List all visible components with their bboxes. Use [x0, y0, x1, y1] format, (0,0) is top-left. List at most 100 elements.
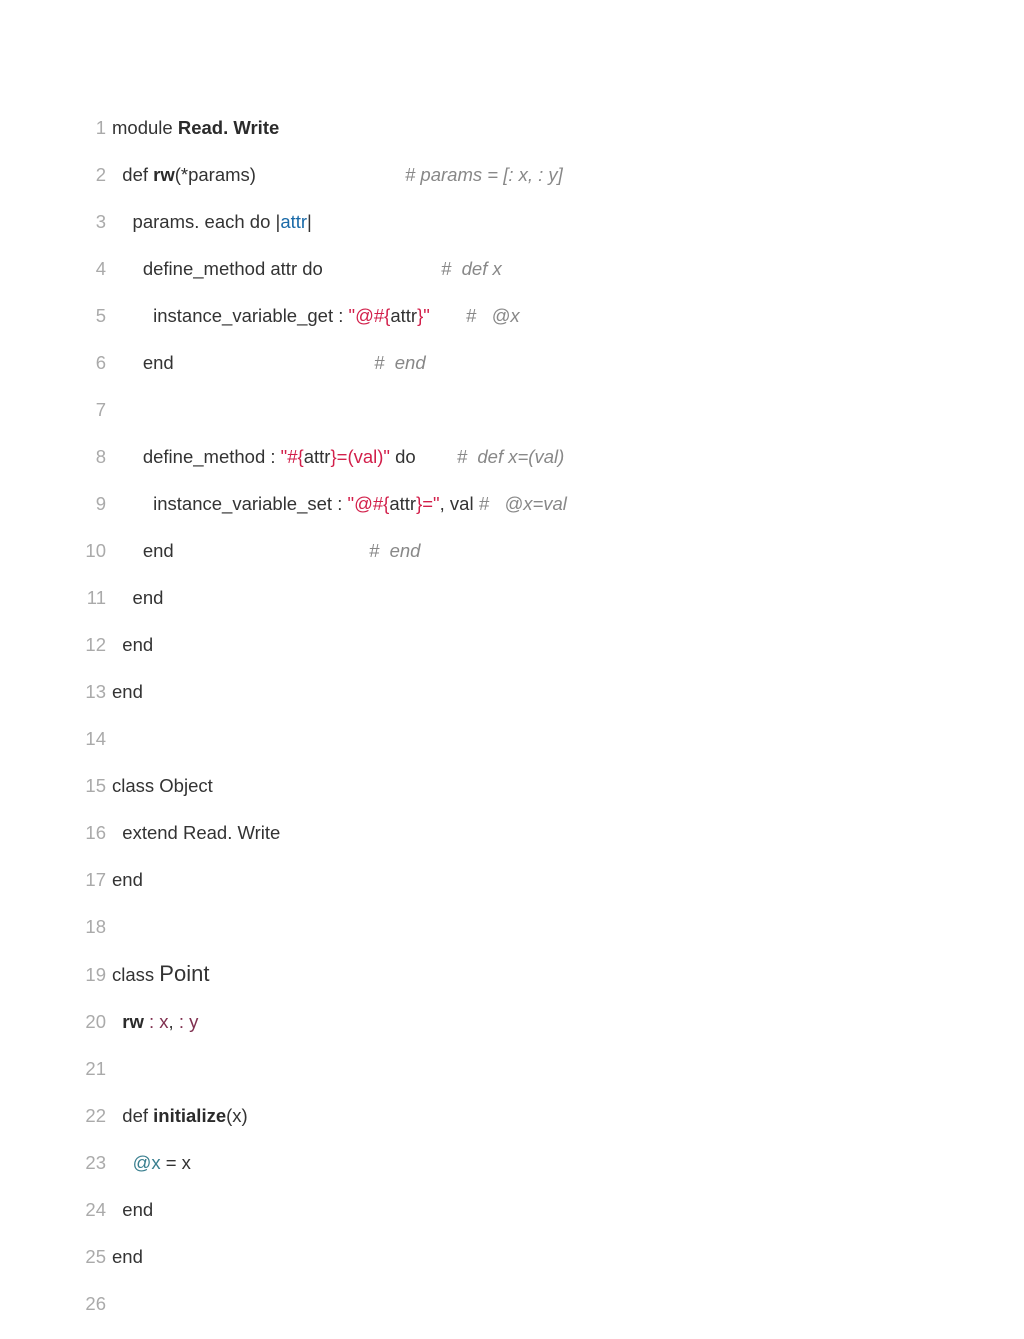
t: # end — [374, 352, 425, 373]
lineno: 16 — [79, 821, 106, 845]
t: instance_variable_set : — [112, 493, 348, 514]
lineno: 13 — [79, 680, 106, 704]
t — [112, 1152, 133, 1173]
code-block: 1 module Read. Write 2 def rw(*params) # … — [79, 92, 567, 1339]
t: # def x — [441, 258, 502, 279]
t: end — [112, 1246, 143, 1267]
t: end — [112, 352, 374, 373]
t: end — [112, 634, 153, 655]
code-line-21: 21 — [79, 1057, 567, 1081]
t: "# — [281, 446, 298, 467]
t: define_method : — [112, 446, 281, 467]
lineno: 23 — [79, 1151, 106, 1175]
t: end — [112, 1199, 153, 1220]
t: @x — [133, 1152, 161, 1173]
code-line-3: 3 params. each do |attr| — [79, 210, 567, 234]
t: attr — [304, 446, 331, 467]
code-line-4: 4 define_method attr do # def x — [79, 257, 567, 281]
t — [112, 1011, 122, 1032]
t: Read. Write — [178, 117, 279, 138]
lineno: 12 — [79, 633, 106, 657]
code-line-12: 12 end — [79, 633, 567, 657]
code-line-22: 22 def initialize(x) — [79, 1104, 567, 1128]
lineno: 3 — [79, 210, 106, 234]
lineno: 8 — [79, 445, 106, 469]
t — [430, 305, 466, 326]
code-line-1: 1 module Read. Write — [79, 116, 567, 140]
t: do — [390, 446, 457, 467]
code-line-19: 19 class Point — [79, 962, 567, 987]
lineno: 22 — [79, 1104, 106, 1128]
code-line-7: 7 — [79, 398, 567, 422]
lineno: 15 — [79, 774, 106, 798]
lineno: 25 — [79, 1245, 106, 1269]
lineno: 18 — [79, 915, 106, 939]
lineno: 26 — [79, 1292, 106, 1316]
code-line-6: 6 end # end — [79, 351, 567, 375]
t: # end — [369, 540, 420, 561]
code-line-16: 16 extend Read. Write — [79, 821, 567, 845]
t: attr — [389, 493, 416, 514]
lineno: 17 — [79, 868, 106, 892]
t: =(val)" — [337, 446, 390, 467]
code-line-18: 18 — [79, 915, 567, 939]
lineno: 10 — [79, 539, 106, 563]
t: define_method attr do — [112, 258, 441, 279]
t: rw — [153, 164, 175, 185]
code-line-10: 10 end # end — [79, 539, 567, 563]
lineno: 7 — [79, 398, 106, 422]
code-line-11: 11 end — [79, 586, 567, 610]
t: (x) — [226, 1105, 248, 1126]
t: # @x — [466, 305, 520, 326]
t: = x — [161, 1152, 191, 1173]
t: : x — [149, 1011, 169, 1032]
code-line-17: 17 end — [79, 868, 567, 892]
code-line-9: 9 instance_variable_set : "@#{attr}=", v… — [79, 492, 567, 516]
t: class — [112, 775, 159, 796]
code-line-25: 25 end — [79, 1245, 567, 1269]
code-line-5: 5 instance_variable_get : "@#{attr}" # @… — [79, 304, 567, 328]
t: class — [112, 964, 159, 985]
t: end — [112, 869, 143, 890]
t: # @x=val — [479, 493, 567, 514]
t: end — [112, 587, 163, 608]
lineno: 1 — [79, 116, 106, 140]
t: params. each do | — [112, 211, 280, 232]
t: # params = [: x, : y] — [405, 164, 563, 185]
t: " — [423, 305, 430, 326]
t: "@# — [348, 493, 384, 514]
t: (*params) — [175, 164, 405, 185]
code-line-13: 13 end — [79, 680, 567, 704]
code-line-26: 26 — [79, 1292, 567, 1316]
t: end — [112, 540, 369, 561]
t: Point — [159, 961, 209, 986]
code-line-2: 2 def rw(*params) # params = [: x, : y] — [79, 163, 567, 187]
lineno: 2 — [79, 163, 106, 187]
t: : y — [179, 1011, 199, 1032]
t: rw — [122, 1011, 149, 1032]
lineno: 6 — [79, 351, 106, 375]
t: # def x=(val) — [457, 446, 564, 467]
lineno: 20 — [79, 1010, 106, 1034]
code-line-15: 15 class Object — [79, 774, 567, 798]
t: , val — [440, 493, 479, 514]
t: =" — [422, 493, 439, 514]
code-line-20: 20 rw : x, : y — [79, 1010, 567, 1034]
t: attr — [280, 211, 307, 232]
lineno: 14 — [79, 727, 106, 751]
t: "@# — [349, 305, 385, 326]
t: attr — [390, 305, 417, 326]
lineno: 9 — [79, 492, 106, 516]
t: module — [112, 117, 178, 138]
t: , — [169, 1011, 179, 1032]
t: end — [112, 681, 143, 702]
t: extend Read. Write — [112, 822, 280, 843]
t: instance_variable_get : — [112, 305, 349, 326]
t: | — [307, 211, 312, 232]
code-line-23: 23 @x = x — [79, 1151, 567, 1175]
lineno: 19 — [79, 963, 106, 987]
lineno: 24 — [79, 1198, 106, 1222]
code-line-24: 24 end — [79, 1198, 567, 1222]
t: Object — [159, 775, 212, 796]
code-line-8: 8 define_method : "#{attr}=(val)" do # d… — [79, 445, 567, 469]
